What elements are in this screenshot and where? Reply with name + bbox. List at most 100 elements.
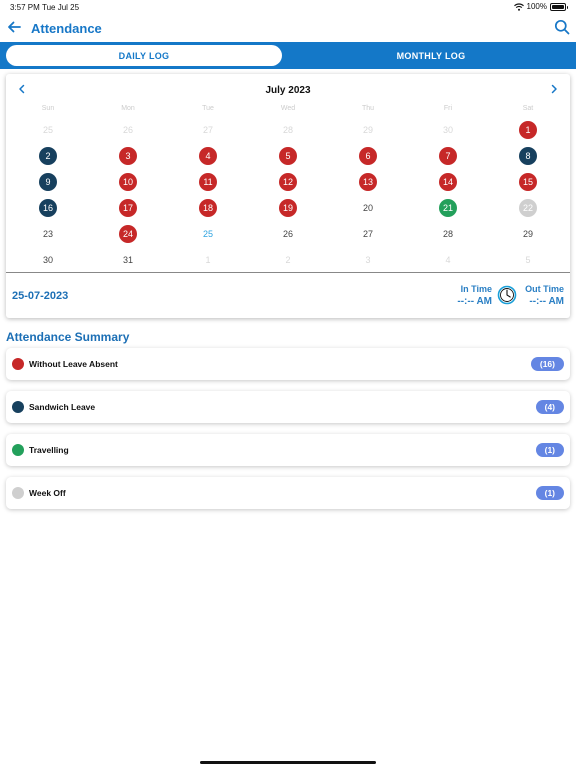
day-number: 3 [119,147,137,165]
day-number: 22 [519,199,537,217]
day-number: 31 [122,255,133,265]
calendar-day[interactable]: 25 [168,221,248,247]
day-number: 20 [362,203,373,213]
calendar-day[interactable]: 1 [168,247,248,273]
battery-icon [550,2,568,11]
day-number: 24 [119,225,137,243]
calendar-day[interactable]: 5 [488,247,568,273]
count-badge: (4) [535,400,564,414]
day-number: 7 [439,147,457,165]
day-number: 17 [119,199,137,217]
calendar-day[interactable]: 19 [248,195,328,221]
calendar-day[interactable]: 10 [88,169,168,195]
app-bar: Attendance [0,14,576,42]
calendar-day[interactable]: 3 [328,247,408,273]
summary-item-travelling[interactable]: Travelling (1) [6,434,570,466]
day-number: 14 [439,173,457,191]
calendar-day[interactable]: 3 [88,143,168,169]
month-title: July 2023 [265,85,311,96]
search-icon[interactable] [554,19,570,35]
calendar-day[interactable]: 24 [88,221,168,247]
calendar-day[interactable]: 4 [168,143,248,169]
calendar-day[interactable]: 22 [488,195,568,221]
count-badge: (16) [530,357,564,371]
day-number: 5 [279,147,297,165]
in-time-label: In Time [460,284,492,294]
calendar-day[interactable]: 30 [8,247,88,273]
calendar-day[interactable]: 13 [328,169,408,195]
day-number: 1 [205,255,211,265]
calendar-day[interactable]: 7 [408,143,488,169]
calendar-day[interactable]: 27 [168,117,248,143]
day-number: 30 [42,255,53,265]
calendar-day[interactable]: 6 [328,143,408,169]
day-number: 12 [279,173,297,191]
calendar-day[interactable]: 26 [88,117,168,143]
calendar-day[interactable]: 27 [328,221,408,247]
summary-item-label: Week Off [29,488,66,498]
page-title: Attendance [31,21,102,36]
calendar-day[interactable]: 4 [408,247,488,273]
count-badge: (1) [535,443,564,457]
summary-item-without-leave-absent[interactable]: Without Leave Absent (16) [6,348,570,380]
weekday-label: Wed [280,105,296,112]
day-number: 19 [279,199,297,217]
day-number: 8 [519,147,537,165]
summary-title: Attendance Summary [6,330,130,344]
summary-item-label: Sandwich Leave [29,402,96,412]
status-dot [12,401,24,413]
calendar-day[interactable]: 25 [8,117,88,143]
tab-monthly-log[interactable]: MONTHLY LOG [290,45,572,66]
calendar-day[interactable]: 23 [8,221,88,247]
status-dot [12,358,24,370]
calendar-day[interactable]: 5 [248,143,328,169]
battery-percent: 100% [526,2,547,11]
selected-date: 25-07-2023 [12,290,69,302]
count-badge: (1) [535,486,564,500]
calendar-day[interactable]: 2 [248,247,328,273]
calendar-day[interactable]: 11 [168,169,248,195]
summary-item-week-off[interactable]: Week Off (1) [6,477,570,509]
month-header: July 2023 [6,74,570,104]
summary-item-sandwich-leave[interactable]: Sandwich Leave (4) [6,391,570,423]
calendar-day[interactable]: 20 [328,195,408,221]
calendar-day[interactable]: 14 [408,169,488,195]
calendar-day[interactable]: 26 [248,221,328,247]
calendar-day[interactable]: 9 [8,169,88,195]
calendar-day[interactable]: 28 [248,117,328,143]
calendar-day[interactable]: 31 [88,247,168,273]
weekday-label: Sat [522,105,534,112]
calendar-day[interactable]: 28 [408,221,488,247]
calendar-day[interactable]: 8 [488,143,568,169]
summary-item-label: Travelling [29,445,69,455]
status-time: 3:57 PM [10,3,40,12]
calendar-day[interactable]: 30 [408,117,488,143]
calendar-day[interactable]: 15 [488,169,568,195]
calendar-day[interactable]: 21 [408,195,488,221]
calendar-day[interactable]: 1 [488,117,568,143]
calendar-day[interactable]: 29 [488,221,568,247]
calendar-day[interactable]: 29 [328,117,408,143]
calendar-day[interactable]: 18 [168,195,248,221]
tab-daily-log[interactable]: DAILY LOG [6,45,282,66]
out-time: Out Time --:-- AM [514,284,564,307]
calendar-day[interactable]: 16 [8,195,88,221]
day-number: 16 [39,199,57,217]
weekday-label: Fri [443,105,453,112]
day-number: 28 [282,125,293,135]
calendar-day[interactable]: 2 [8,143,88,169]
chevron-right-icon[interactable] [548,83,560,95]
day-number: 27 [362,229,373,239]
day-number: 13 [359,173,377,191]
out-time-label: Out Time [525,284,564,294]
day-number: 2 [39,147,57,165]
calendar-day[interactable]: 12 [248,169,328,195]
day-number: 4 [445,255,451,265]
weekday-label: Mon [121,105,135,112]
weekday-label: Sun [41,105,55,112]
day-number: 25 [202,229,213,239]
back-arrow-icon[interactable] [6,19,22,35]
summary-item-label: Without Leave Absent [29,359,118,369]
day-number: 3 [365,255,371,265]
calendar-day[interactable]: 17 [88,195,168,221]
